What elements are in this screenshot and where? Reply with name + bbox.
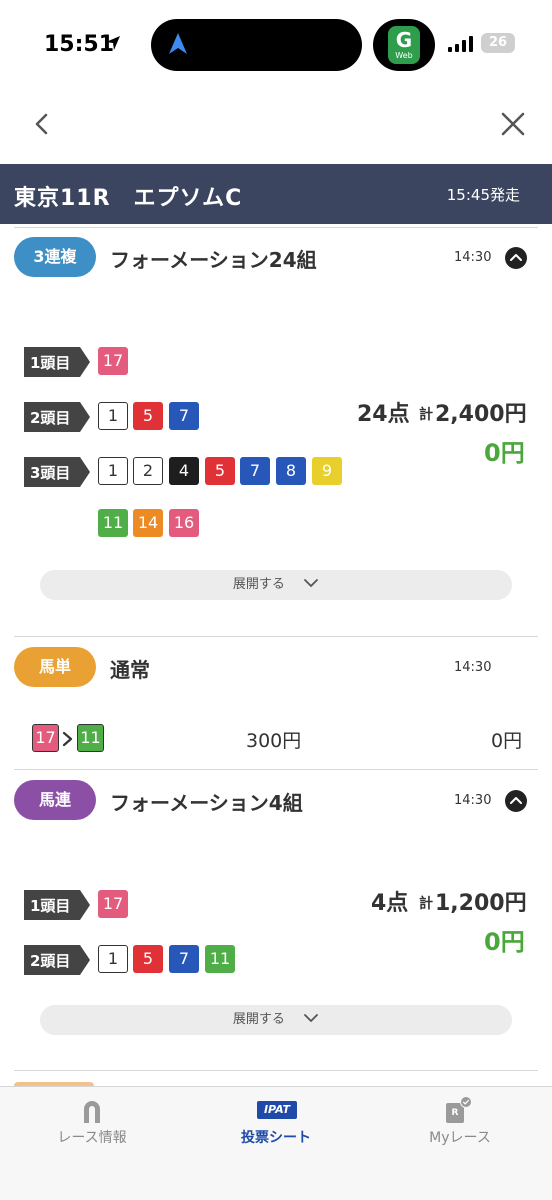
divider <box>14 769 538 770</box>
location-arrow-icon <box>106 36 120 50</box>
tab-my-race[interactable]: R Myレース <box>368 1087 552 1167</box>
chevron-right-icon <box>62 731 73 747</box>
position-label-2: 2頭目 <box>24 402 90 432</box>
check-badge-icon <box>460 1096 472 1108</box>
bet-points: 4点 <box>371 891 409 916</box>
back-chevron-icon[interactable] <box>28 110 56 138</box>
horse-number: 16 <box>169 509 199 537</box>
expand-label: 展開する <box>232 1012 285 1027</box>
divider <box>14 1070 538 1071</box>
tab-label: Myレース <box>429 1130 491 1146</box>
horse-number: 1 <box>98 402 128 430</box>
bottom-tab-bar: レース情報 IPAT 投票シート R Myレース <box>0 1086 552 1200</box>
horse-number: 1 <box>98 457 128 485</box>
horse-number: 7 <box>169 402 199 430</box>
horse-number: 5 <box>205 457 235 485</box>
bet-time: 14:30 <box>454 793 492 808</box>
g-web-app-indicator: G Web <box>373 19 435 71</box>
horse-number: 5 <box>133 402 163 430</box>
payout-amount: 0円 <box>491 730 523 752</box>
horseshoe-icon <box>84 1101 100 1123</box>
position-label-2: 2頭目 <box>24 945 90 975</box>
collapse-button[interactable] <box>505 247 527 269</box>
horse-number: 8 <box>276 457 306 485</box>
expand-button[interactable]: 展開する <box>40 1005 512 1035</box>
bet-method-title: フォーメーション24組 <box>110 248 317 272</box>
chevron-up-icon <box>510 254 522 261</box>
bet-type-badge: 馬単 <box>14 647 96 687</box>
race-start-time: 15:45発走 <box>446 186 520 204</box>
horse-number: 4 <box>169 457 199 485</box>
horse-number: 14 <box>133 509 163 537</box>
bet-method-title: 通常 <box>110 658 150 682</box>
bet-method-title: フォーメーション4組 <box>110 791 303 815</box>
bet-time: 14:30 <box>454 660 492 675</box>
chevron-down-icon <box>304 1014 318 1022</box>
horse-number: 11 <box>77 724 104 752</box>
tab-label: レース情報 <box>57 1130 127 1146</box>
payout-amount: 0円 <box>484 928 525 956</box>
race-header: 東京11R エプソムC 15:45発走 <box>0 164 552 224</box>
bet-amount: 300円 <box>246 730 302 752</box>
horse-number: 7 <box>169 945 199 973</box>
position-label-3: 3頭目 <box>24 457 90 487</box>
bet-type-badge: 3連複 <box>14 237 96 277</box>
total-prefix: 計 <box>419 407 433 423</box>
navigation-arrow-icon <box>169 33 187 54</box>
horse-number: 17 <box>98 890 128 918</box>
tab-race-info[interactable]: レース情報 <box>0 1087 184 1167</box>
position-label-1: 1頭目 <box>24 347 90 377</box>
tab-label: 投票シート <box>241 1130 311 1146</box>
horse-number: 17 <box>98 347 128 375</box>
horse-number: 17 <box>32 724 59 752</box>
status-bar: 15:51 G Web 26 <box>0 0 552 90</box>
horse-number: 2 <box>133 457 163 485</box>
expand-button[interactable]: 展開する <box>40 570 512 600</box>
horse-number: 9 <box>312 457 342 485</box>
close-icon[interactable] <box>499 110 527 138</box>
horse-number: 1 <box>98 945 128 973</box>
chevron-down-icon <box>304 579 318 587</box>
collapse-button[interactable] <box>505 790 527 812</box>
dynamic-island <box>151 19 362 71</box>
horse-number: 11 <box>98 509 128 537</box>
divider <box>14 227 538 228</box>
horse-number: 11 <box>205 945 235 973</box>
expand-label: 展開する <box>232 577 285 592</box>
ipat-icon: IPAT <box>257 1101 297 1119</box>
divider <box>14 636 538 637</box>
tab-voting-sheet[interactable]: IPAT 投票シート <box>184 1087 368 1167</box>
race-title: 東京11R エプソムC <box>14 186 243 211</box>
total-amount: 2,400円 <box>435 402 527 427</box>
payout-amount: 0円 <box>484 439 525 467</box>
cellular-signal-icon <box>448 36 473 52</box>
position-label-1: 1頭目 <box>24 890 90 920</box>
bet-type-badge: 馬連 <box>14 780 96 820</box>
horse-number: 5 <box>133 945 163 973</box>
horse-number: 7 <box>240 457 270 485</box>
bet-time: 14:30 <box>454 250 492 265</box>
total-prefix: 計 <box>419 896 433 912</box>
chevron-up-icon <box>510 797 522 804</box>
bet-points: 24点 <box>357 402 410 427</box>
battery-indicator: 26 <box>481 33 515 53</box>
g-web-icon: G Web <box>388 26 420 64</box>
total-amount: 1,200円 <box>435 891 527 916</box>
